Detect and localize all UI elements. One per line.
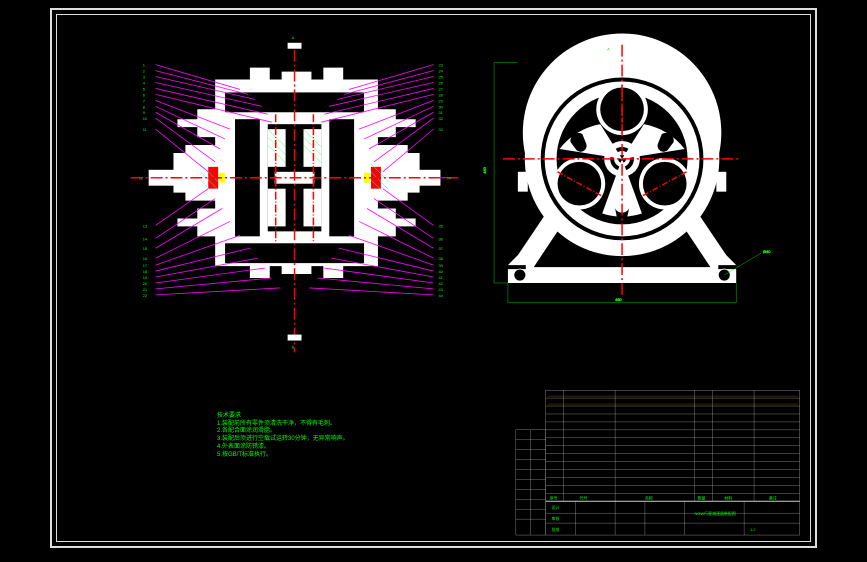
- callouts-left: 1 2 3 4 5 6 7 8 9 10 11 12 13: [139, 63, 148, 298]
- svg-text:43: 43: [438, 287, 443, 292]
- svg-text:2: 2: [143, 69, 145, 74]
- notes-heading: 技术要求: [217, 413, 241, 419]
- gear-block-tr: [303, 129, 321, 167]
- svg-text:16: 16: [143, 256, 148, 261]
- section-mark-bottom: B: [288, 335, 302, 350]
- drawing-frame-inner: A B: [56, 14, 811, 542]
- drawing-canvas[interactable]: A B: [57, 15, 810, 541]
- title-block: 序号 代号 名称 数量 材料 备注 NGW行星减速器装配图 设计: [546, 390, 800, 535]
- svg-text:24: 24: [438, 69, 443, 74]
- svg-text:30: 30: [438, 104, 443, 109]
- svg-text:42: 42: [438, 281, 442, 286]
- svg-text:26: 26: [438, 80, 443, 85]
- bom-h4: 材料: [724, 495, 732, 500]
- svg-text:28: 28: [438, 92, 443, 97]
- svg-text:4: 4: [143, 80, 146, 85]
- svg-text:18: 18: [143, 269, 148, 274]
- svg-text:37: 37: [438, 246, 442, 251]
- svg-text:3: 3: [143, 75, 146, 80]
- svg-text:13: 13: [143, 223, 148, 228]
- svg-text:14: 14: [143, 236, 148, 241]
- notes-line-2: 2.各配合面涂润滑脂。: [217, 428, 276, 434]
- svg-text:41: 41: [438, 275, 442, 280]
- bom-block-left: [516, 430, 546, 535]
- svg-text:33: 33: [438, 127, 443, 132]
- notes-line-3: 3.装配后须进行空载试运转30分钟，无异常响声。: [217, 436, 349, 442]
- bom-h1: 代号: [579, 495, 587, 500]
- svg-text:32: 32: [438, 116, 442, 121]
- tb-scale: 1:2: [750, 527, 755, 532]
- section-a-top: A: [607, 47, 610, 52]
- front-view: 440 460 Ø40: [482, 33, 771, 302]
- svg-text:440: 440: [482, 166, 487, 173]
- svg-text:5: 5: [143, 86, 146, 91]
- bom-h3: 数量: [697, 495, 705, 500]
- svg-text:1: 1: [143, 63, 145, 68]
- notes-line-1: 1.装配前所有零件须清洗干净，不得有毛刺。: [217, 421, 336, 427]
- svg-text:21: 21: [143, 287, 147, 292]
- notes-line-4: 4.外表面涂防锈漆。: [217, 444, 270, 450]
- section-mark-top: A: [288, 35, 302, 49]
- svg-text:27: 27: [438, 86, 442, 91]
- svg-text:36: 36: [438, 236, 443, 241]
- drawing-title: NGW行星减速器装配图: [695, 511, 736, 516]
- section-view: A B: [131, 35, 459, 353]
- svg-text:19: 19: [143, 275, 148, 280]
- svg-text:44: 44: [438, 293, 443, 298]
- bom-row-lines: [548, 396, 798, 404]
- lug-right: [716, 172, 726, 192]
- svg-text:9: 9: [143, 110, 146, 115]
- tb-approved: 批准: [552, 527, 560, 532]
- svg-text:40: 40: [438, 269, 443, 274]
- gear-block-bl: [268, 189, 286, 227]
- bom-grid: [546, 390, 800, 535]
- svg-text:15: 15: [143, 246, 148, 251]
- svg-text:22: 22: [143, 293, 147, 298]
- tb-checked: 审核: [552, 516, 560, 521]
- lug-left: [518, 172, 528, 192]
- svg-text:A: A: [292, 35, 295, 40]
- tb-designed: 设计: [552, 505, 560, 510]
- svg-text:11: 11: [143, 127, 147, 132]
- svg-text:39: 39: [438, 263, 443, 268]
- svg-text:Ø40: Ø40: [763, 249, 771, 254]
- svg-text:34: 34: [446, 176, 451, 181]
- gear-block-br: [303, 189, 321, 227]
- svg-text:10: 10: [143, 116, 148, 121]
- svg-text:7: 7: [143, 98, 145, 103]
- dim-height: 440: [482, 63, 518, 283]
- tech-notes: 技术要求 1.装配前所有零件须清洗干净，不得有毛刺。 2.各配合面涂润滑脂。 3…: [217, 405, 349, 467]
- svg-text:B: B: [292, 344, 295, 349]
- bom-h0: 序号: [550, 495, 558, 500]
- drawing-svg: A B: [57, 15, 810, 541]
- gear-block-tl: [268, 129, 286, 167]
- svg-text:38: 38: [438, 256, 443, 261]
- svg-text:12: 12: [139, 176, 143, 181]
- drawing-frame-outer: A B: [50, 8, 817, 548]
- svg-text:6: 6: [143, 92, 146, 97]
- bom-h5: 备注: [769, 495, 777, 500]
- svg-text:29: 29: [438, 98, 443, 103]
- bom-h2: 名称: [645, 495, 653, 500]
- svg-text:35: 35: [438, 223, 443, 228]
- svg-text:25: 25: [438, 75, 443, 80]
- svg-text:31: 31: [438, 110, 442, 115]
- cad-viewport: A B: [0, 0, 867, 562]
- notes-line-5: 5.按GB/T标准执行。: [217, 452, 272, 458]
- svg-text:17: 17: [143, 263, 147, 268]
- svg-text:460: 460: [615, 297, 622, 302]
- svg-text:23: 23: [438, 63, 443, 68]
- svg-text:20: 20: [143, 281, 148, 286]
- svg-text:8: 8: [143, 104, 146, 109]
